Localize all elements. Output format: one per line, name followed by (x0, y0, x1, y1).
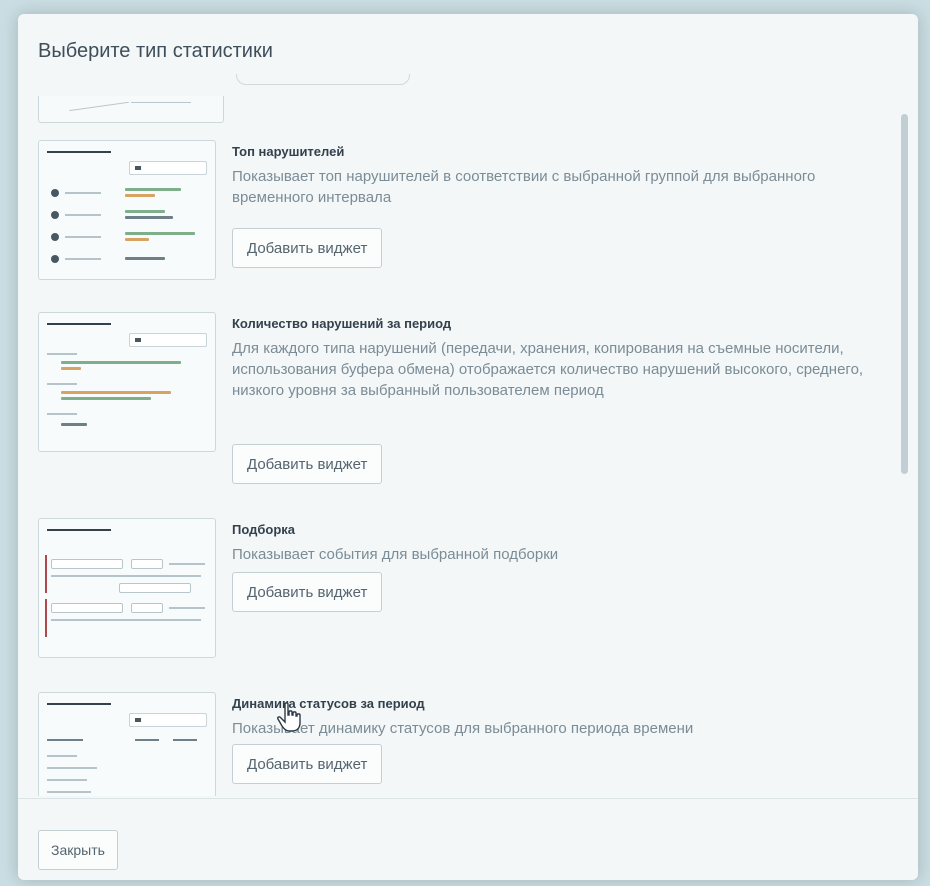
widget-description: Показывает динамику статусов для выбранн… (232, 720, 694, 737)
selection-preview (38, 518, 216, 658)
widget-description: Для каждого типа нарушений (передачи, хр… (232, 340, 864, 399)
add-widget-button[interactable]: Добавить виджет (232, 228, 383, 268)
hand-pointer-icon (277, 702, 301, 732)
widget-title: Количество нарушений за период (232, 316, 452, 331)
widget-title: Топ нарушителей (232, 144, 345, 159)
scrollbar-thumb[interactable] (901, 114, 908, 474)
widget-list[interactable]: Топ нарушителей Показывает топ нарушител… (18, 74, 918, 796)
previous-widget-button (236, 74, 410, 85)
add-widget-button[interactable]: Добавить виджет (232, 572, 383, 612)
widget-description: Показывает топ нарушителей в соответстви… (232, 168, 816, 206)
footer-divider (18, 798, 918, 799)
select-statistics-dialog: Выберите тип статистики Топ нарушителей (18, 14, 918, 880)
widget-title: Подборка (232, 522, 296, 537)
top-violators-preview (38, 140, 216, 280)
previous-widget-preview (38, 96, 224, 123)
violations-per-period-preview (38, 312, 216, 452)
add-widget-button[interactable]: Добавить виджет (232, 744, 383, 784)
close-button[interactable]: Закрыть (38, 830, 118, 870)
widget-description: Показывает события для выбранной подборк… (232, 546, 559, 563)
dialog-title: Выберите тип статистики (38, 40, 273, 62)
widget-title: Динамика статусов за период (232, 696, 425, 711)
add-widget-button[interactable]: Добавить виджет (232, 444, 383, 484)
status-dynamics-preview (38, 692, 216, 796)
